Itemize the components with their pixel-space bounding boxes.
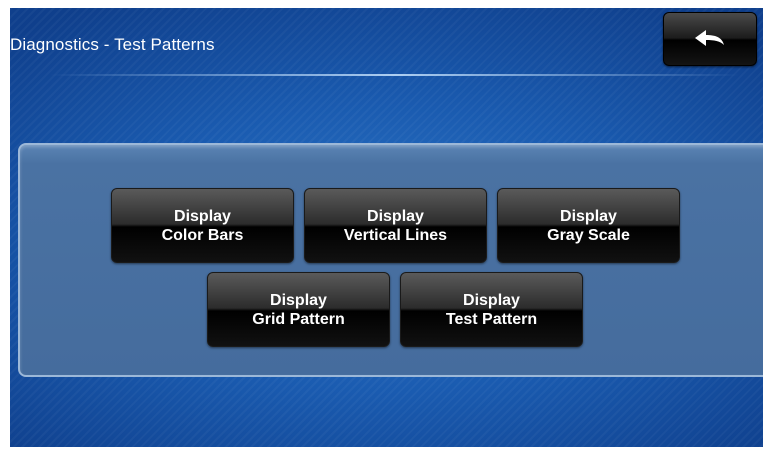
display-color-bars-button[interactable]: Display Color Bars	[111, 188, 294, 263]
button-label-line1: Display	[560, 207, 617, 225]
display-grid-pattern-button[interactable]: Display Grid Pattern	[207, 272, 390, 347]
test-patterns-screen: Diagnostics - Test Patterns Display Colo…	[10, 8, 763, 447]
back-button[interactable]	[663, 12, 757, 66]
display-test-pattern-button[interactable]: Display Test Pattern	[400, 272, 583, 347]
back-arrow-icon	[695, 30, 724, 46]
test-pattern-panel: Display Color Bars Display Vertical Line…	[18, 143, 763, 377]
button-label-line1: Display	[463, 291, 520, 309]
title-divider	[50, 74, 740, 76]
display-vertical-lines-button[interactable]: Display Vertical Lines	[304, 188, 487, 263]
button-label-line1: Display	[270, 291, 327, 309]
button-label-line1: Display	[367, 207, 424, 225]
button-label-line2: Vertical Lines	[343, 226, 448, 244]
button-label-line1: Display	[174, 207, 231, 225]
display-gray-scale-button[interactable]: Display Gray Scale	[497, 188, 680, 263]
button-label-line2: Grid Pattern	[252, 310, 345, 328]
button-label-line2: Color Bars	[161, 226, 244, 244]
button-label-line2: Test Pattern	[445, 310, 538, 328]
button-label-line2: Gray Scale	[547, 226, 630, 244]
page-title: Diagnostics - Test Patterns	[10, 35, 215, 54]
